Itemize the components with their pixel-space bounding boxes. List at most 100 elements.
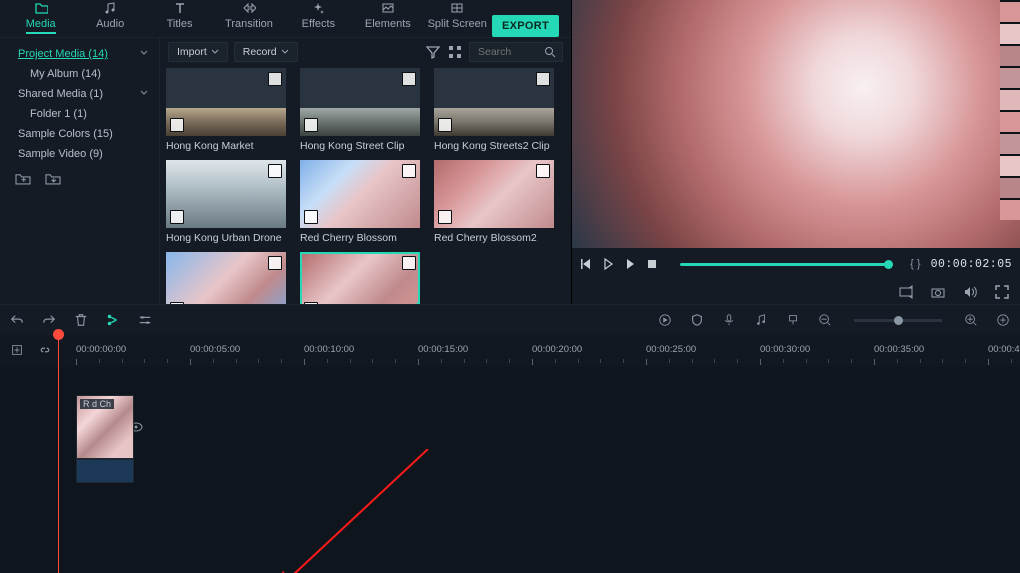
link-icon[interactable]	[38, 343, 52, 357]
tree-item[interactable]: Shared Media (1)	[4, 84, 155, 104]
expand-icon[interactable]	[536, 72, 550, 86]
add-to-timeline-icon[interactable]	[438, 210, 452, 224]
media-card[interactable]: Hong Kong Streets2 Clip	[434, 68, 554, 152]
chevron-down-icon	[281, 48, 289, 56]
preview-pane: { } 00:00:02:05	[571, 0, 1020, 304]
add-to-timeline-icon[interactable]	[304, 210, 318, 224]
timeline-audio-clip[interactable]	[76, 459, 134, 483]
tree-item[interactable]: Folder 1 (1)	[4, 104, 155, 124]
render-icon[interactable]	[658, 313, 672, 327]
prev-frame-button[interactable]	[580, 258, 592, 270]
expand-icon[interactable]	[268, 256, 282, 270]
media-thumbnail[interactable]	[434, 68, 554, 136]
add-to-timeline-icon[interactable]	[170, 118, 184, 132]
search-field[interactable]	[476, 45, 544, 59]
tree-item[interactable]: Project Media (14)	[4, 44, 155, 64]
media-card[interactable]: Red Cherry Blossom2	[434, 160, 554, 244]
search-input[interactable]	[469, 42, 563, 62]
stop-button[interactable]	[646, 258, 658, 270]
add-to-timeline-icon[interactable]	[438, 118, 452, 132]
zoom-out-button[interactable]	[818, 313, 832, 327]
volume-icon[interactable]	[962, 284, 978, 300]
timecode: 00:00:02:05	[931, 258, 1012, 271]
tab-elements[interactable]: Elements	[353, 1, 422, 37]
expand-icon[interactable]	[536, 164, 550, 178]
zoom-fit-button[interactable]	[996, 313, 1010, 327]
video-track: ⊞ 1 R d Ch	[76, 395, 1020, 459]
elements-icon	[381, 1, 395, 15]
media-card[interactable]: Hong Kong Street Clip	[300, 68, 420, 152]
tab-label: Media	[26, 18, 56, 34]
marker-icon[interactable]	[786, 313, 800, 327]
tab-titles[interactable]: Titles	[145, 1, 214, 37]
delete-button[interactable]	[74, 313, 88, 327]
split-button[interactable]	[106, 313, 120, 327]
tab-split-screen[interactable]: Split Screen	[423, 1, 492, 37]
mic-icon[interactable]	[722, 313, 736, 327]
media-thumbnail[interactable]	[300, 160, 420, 228]
import-dropdown[interactable]: Import	[168, 42, 228, 62]
adjust-icon[interactable]	[138, 313, 152, 327]
media-thumbnail[interactable]	[434, 160, 554, 228]
zoom-in-button[interactable]	[964, 313, 978, 327]
undo-button[interactable]	[10, 313, 24, 327]
expand-icon[interactable]	[268, 164, 282, 178]
filter-icon[interactable]	[425, 44, 441, 60]
playhead[interactable]	[58, 335, 59, 573]
tab-label: Split Screen	[428, 18, 487, 30]
tab-transition[interactable]: Transition	[214, 1, 283, 37]
add-track-button[interactable]	[10, 343, 24, 357]
ruler-tick: 00:00:20:00	[532, 344, 582, 355]
expand-icon[interactable]	[268, 72, 282, 86]
record-dropdown[interactable]: Record	[234, 42, 298, 62]
expand-icon[interactable]	[402, 72, 416, 86]
media-card[interactable]: Hong Kong Market	[166, 68, 286, 152]
media-thumbnail[interactable]	[166, 252, 286, 304]
add-to-timeline-icon[interactable]	[170, 302, 184, 304]
timeline-clip[interactable]: R d Ch	[76, 395, 134, 459]
tab-effects[interactable]: Effects	[284, 1, 353, 37]
grid-view-icon[interactable]	[447, 44, 463, 60]
new-folder-icon[interactable]	[14, 172, 32, 186]
snapshot-icon[interactable]	[930, 284, 946, 300]
media-toolbar: Import Record	[160, 38, 571, 66]
media-card[interactable]: Red Cherry Blossom	[300, 160, 420, 244]
add-to-timeline-icon[interactable]	[304, 302, 318, 304]
audio-icon	[103, 1, 117, 15]
tree-item[interactable]: Sample Colors (15)	[4, 124, 155, 144]
music-icon[interactable]	[754, 313, 768, 327]
media-thumbnail[interactable]	[166, 160, 286, 228]
fullscreen-icon[interactable]	[994, 284, 1010, 300]
zoom-slider[interactable]	[854, 319, 942, 322]
quality-icon[interactable]	[898, 284, 914, 300]
tree-item[interactable]: My Album (14)	[4, 64, 155, 84]
tab-audio[interactable]: Audio	[75, 1, 144, 37]
add-to-timeline-icon[interactable]	[170, 210, 184, 224]
clip-label: R d Ch	[80, 399, 114, 409]
preview-viewport[interactable]	[572, 0, 1020, 248]
seek-bar[interactable]	[680, 263, 888, 266]
tab-media[interactable]: Media	[6, 1, 75, 37]
media-card[interactable]: Hong Kong Urban Drone	[166, 160, 286, 244]
media-card[interactable]: Red Cherry Blossom3	[166, 252, 286, 304]
play-outline-button[interactable]	[602, 258, 614, 270]
timeline-ruler: 00:00:00:0000:00:05:0000:00:10:0000:00:1…	[0, 335, 1020, 367]
media-tree: Project Media (14)My Album (14)Shared Me…	[0, 38, 160, 304]
play-button[interactable]	[624, 258, 636, 270]
shield-icon[interactable]	[690, 313, 704, 327]
media-thumbnail[interactable]	[300, 252, 420, 304]
media-thumbnail[interactable]	[300, 68, 420, 136]
tree-item[interactable]: Sample Video (9)	[4, 144, 155, 164]
add-to-timeline-icon[interactable]	[304, 118, 318, 132]
main-tabs: Media AudioTitlesTransitionEffectsElement…	[0, 0, 571, 38]
media-card[interactable]: Red Cherry Blossom4	[300, 252, 420, 304]
redo-button[interactable]	[42, 313, 56, 327]
expand-icon[interactable]	[402, 164, 416, 178]
media-name: Red Cherry Blossom	[300, 228, 420, 244]
media-thumbnail[interactable]	[166, 68, 286, 136]
expand-icon[interactable]	[402, 256, 416, 270]
media-name: Hong Kong Streets2 Clip	[434, 136, 554, 152]
export-button[interactable]: EXPORT	[492, 15, 559, 37]
record-label: Record	[243, 46, 277, 58]
import-folder-icon[interactable]	[44, 172, 62, 186]
